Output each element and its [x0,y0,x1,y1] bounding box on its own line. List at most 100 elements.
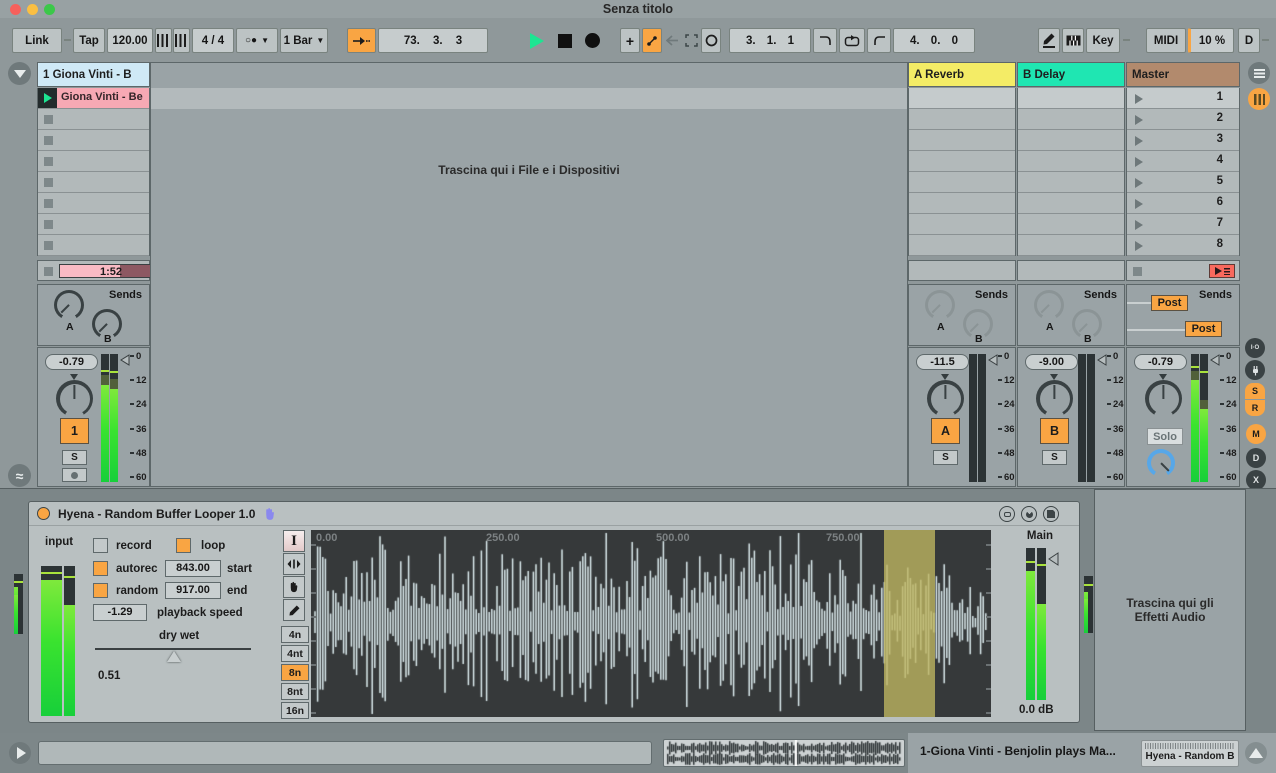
quantize-4nt-button[interactable]: 4nt [281,645,309,662]
show-clip-overview-toggle[interactable] [1248,62,1270,84]
empty-clip-slot[interactable] [38,235,149,256]
automation-arm-button[interactable] [642,28,662,53]
record-button[interactable] [579,28,605,53]
quantize-4n-button[interactable]: 4n [281,626,309,643]
pencil-tool-button[interactable] [283,599,305,621]
show-crossfader-toggle[interactable]: X [1246,470,1266,490]
solo-button[interactable]: S [62,450,87,465]
solo-button[interactable]: S [933,450,958,465]
loop-length-field[interactable]: 4. 0. 0 [893,28,975,53]
post-a-toggle[interactable]: Post [1151,295,1188,311]
return-slot[interactable] [1018,193,1124,214]
overdub-button[interactable]: + [620,28,640,53]
stop-clip-button[interactable] [44,267,53,276]
hand-tool-button[interactable] [283,576,305,598]
solo-cue-button[interactable]: Solo [1147,428,1183,445]
return-slot[interactable] [1018,172,1124,193]
pan-knob[interactable] [1036,380,1073,417]
preview-cue-volume-knob[interactable] [1147,449,1175,477]
volume-field[interactable]: -0.79 [45,354,98,370]
loop-selection-region[interactable] [884,530,934,717]
capture-midi-button[interactable] [682,28,700,53]
punch-out-button[interactable] [867,28,891,53]
show-groove-pool-toggle[interactable]: ≈ [8,464,31,487]
midi-map-button[interactable]: MIDI [1146,28,1186,53]
show-device-view-toggle[interactable] [1245,742,1267,764]
quantize-8n-button[interactable]: 8n [281,664,309,681]
end-value-field[interactable]: 917.00 [165,582,221,599]
draw-mode-button[interactable] [1038,28,1060,53]
save-preset-button[interactable] [1043,506,1059,522]
return-a-header[interactable]: A Reverb [908,62,1016,87]
disk-overload-indicator[interactable]: D [1238,28,1260,53]
pan-knob[interactable] [927,380,964,417]
play-button[interactable] [524,28,550,53]
scene-launch-2[interactable]: 2 [1127,109,1239,130]
track-header[interactable]: 1 Giona Vinti - B [37,62,150,87]
stop-button[interactable] [552,28,578,53]
show-sends-toggle[interactable]: S [1245,383,1265,399]
device-title-bar[interactable]: Hyena - Random Buffer Looper 1.0 [29,502,1079,526]
return-a-activator-button[interactable]: A [931,418,960,444]
computer-midi-keyboard-button[interactable] [1062,28,1084,53]
empty-clip-slot[interactable] [38,193,149,214]
stop-all-clips-button[interactable] [1133,267,1142,276]
autorec-checkbox[interactable] [93,561,108,576]
show-info-view-toggle[interactable] [9,742,31,764]
show-browser-toggle[interactable] [8,62,31,85]
volume-field[interactable]: -11.5 [916,354,969,370]
clip-giona-vinti[interactable]: Giona Vinti - Be [38,88,149,109]
device-activator-led[interactable] [37,507,50,520]
loop-checkbox[interactable] [176,538,191,553]
reenable-automation-button[interactable] [663,28,681,53]
post-b-toggle[interactable]: Post [1185,321,1222,337]
arrangement-position-field[interactable]: 73. 3. 3 [378,28,488,53]
punch-in-button[interactable] [813,28,837,53]
quantize-8nt-button[interactable]: 8nt [281,683,309,700]
audio-effects-drop-area[interactable]: Trascina qui gli Effetti Audio [1094,489,1246,731]
scene-launch-7[interactable]: 7 [1127,214,1239,235]
scene-launch-4[interactable]: 4 [1127,151,1239,172]
scene-launch-1[interactable]: 1 [1127,88,1239,109]
main-volume-handle[interactable] [1047,552,1059,566]
start-value-field[interactable]: 843.00 [165,560,221,577]
metronome-button[interactable]: ○●▼ [236,28,278,53]
volume-fader-handle[interactable] [1209,354,1220,366]
return-slot[interactable] [1018,151,1124,172]
scene-launch-3[interactable]: 3 [1127,130,1239,151]
volume-field[interactable]: -0.79 [1134,354,1187,370]
return-slot[interactable] [1018,109,1124,130]
scene-launch-8[interactable]: 8 [1127,235,1239,256]
back-to-arrangement-button[interactable] [1209,264,1235,278]
move-tool-button[interactable] [283,553,305,575]
return-slot[interactable] [909,193,1015,214]
waveform-display[interactable]: 0.00250.00500.00750.00 [311,530,991,717]
empty-clip-slot[interactable] [38,172,149,193]
return-b-header[interactable]: B Delay [1017,62,1125,87]
clip-play-button[interactable] [38,88,57,108]
return-slot[interactable] [909,88,1015,109]
volume-fader-handle[interactable] [119,354,130,366]
scene-launch-5[interactable]: 5 [1127,172,1239,193]
return-slot[interactable] [909,214,1015,235]
record-checkbox[interactable] [93,538,108,553]
unfold-device-button[interactable] [999,506,1015,522]
quantization-menu[interactable]: 1 Bar▼ [280,28,328,53]
time-signature-field[interactable]: 4 / 4 [192,28,234,53]
empty-clip-slot[interactable] [38,151,149,172]
show-track-delay-toggle[interactable]: D [1246,448,1266,468]
empty-clip-slot[interactable] [38,109,149,130]
return-slot[interactable] [1018,235,1124,256]
volume-fader-handle[interactable] [987,354,998,366]
clip-overview[interactable] [663,739,905,767]
return-slot[interactable] [1018,88,1124,109]
volume-fader-handle[interactable] [1096,354,1107,366]
device-chain-tab-hyena[interactable]: Hyena - Random B [1141,740,1239,767]
master-header[interactable]: Master [1126,62,1240,87]
send-a-knob[interactable] [925,290,955,320]
follow-button[interactable] [347,28,376,53]
send-a-knob[interactable] [54,290,84,320]
session-record-button[interactable] [701,28,721,53]
session-grid[interactable]: Trascina qui i File e i Dispositivi [150,62,908,487]
loop-start-field[interactable]: 3. 1. 1 [729,28,811,53]
